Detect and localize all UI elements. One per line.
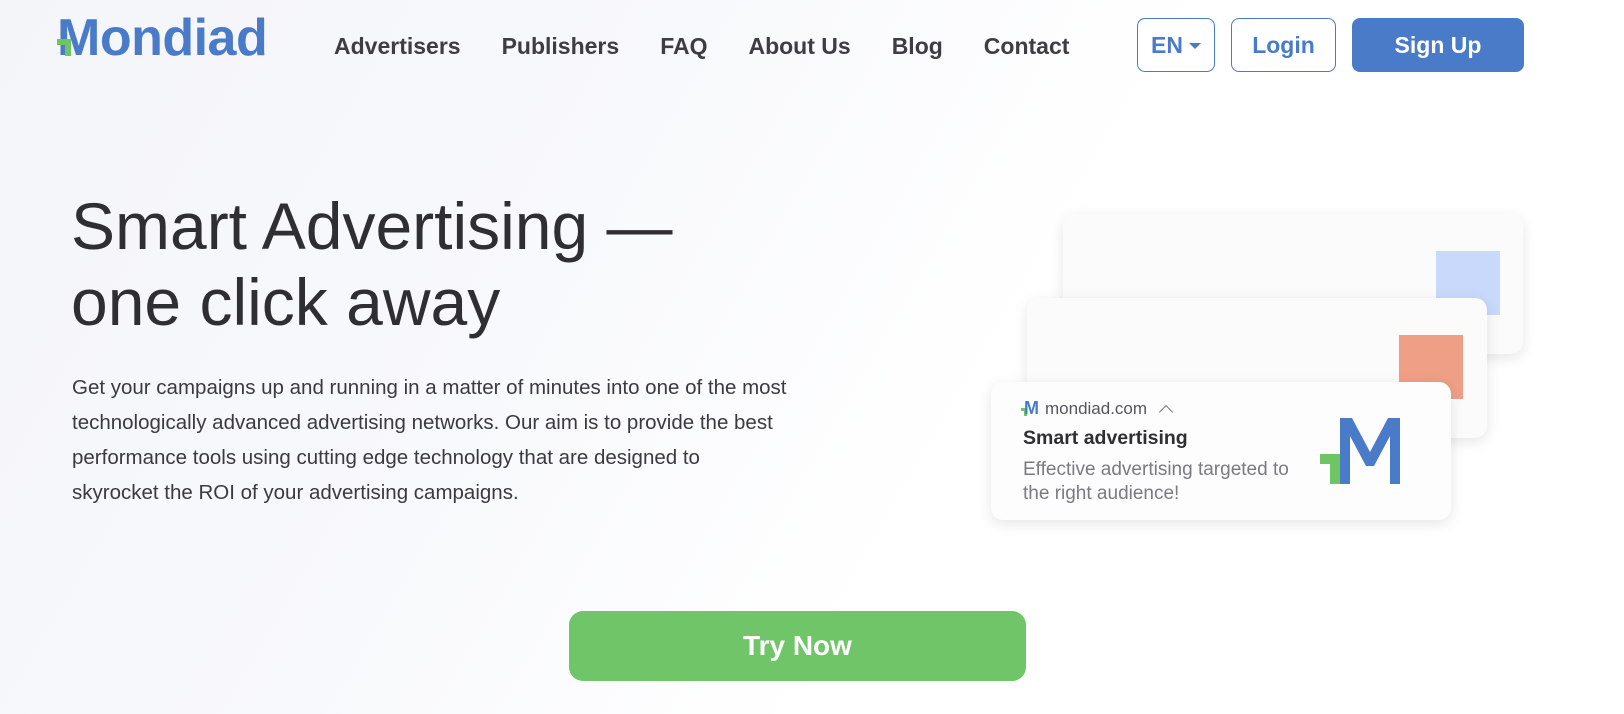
nav-faq[interactable]: FAQ bbox=[660, 28, 707, 64]
hero-description: Get your campaigns up and running in a m… bbox=[72, 376, 787, 504]
hero-title: Smart Advertising — one click away bbox=[71, 188, 771, 340]
nav-advertisers[interactable]: Advertisers bbox=[334, 28, 461, 64]
ad-source: M mondiad.com bbox=[1021, 398, 1174, 420]
login-button[interactable]: Login bbox=[1231, 18, 1336, 72]
nav-publishers[interactable]: Publishers bbox=[502, 28, 620, 64]
main-nav: Advertisers Publishers FAQ About Us Blog… bbox=[334, 28, 1069, 64]
mondiad-mini-logo-icon: M bbox=[1021, 398, 1039, 418]
language-select[interactable]: EN bbox=[1137, 18, 1215, 72]
ad-text: Effective advertising targeted to the ri… bbox=[1023, 459, 1289, 504]
logo-green-mark-icon bbox=[57, 35, 77, 57]
mondiad-logo[interactable]: Mondiad bbox=[57, 9, 268, 67]
hero-title-line-1: Smart Advertising — bbox=[71, 189, 673, 263]
nav-about-us[interactable]: About Us bbox=[748, 28, 850, 64]
try-now-button[interactable]: Try Now bbox=[569, 611, 1026, 681]
hero-title-line-2: one click away bbox=[71, 265, 501, 339]
mondiad-m-logo-icon bbox=[1320, 418, 1400, 484]
nav-contact[interactable]: Contact bbox=[984, 28, 1070, 64]
ad-title: Smart advertising bbox=[1023, 427, 1188, 449]
nav-blog[interactable]: Blog bbox=[892, 28, 943, 64]
logo-text: Mondiad bbox=[57, 9, 268, 67]
signup-button[interactable]: Sign Up bbox=[1352, 18, 1524, 72]
chevron-up-icon bbox=[1158, 404, 1174, 420]
language-label: EN bbox=[1151, 31, 1183, 58]
ad-source-domain: mondiad.com bbox=[1045, 399, 1148, 418]
caret-down-icon bbox=[1188, 43, 1201, 49]
